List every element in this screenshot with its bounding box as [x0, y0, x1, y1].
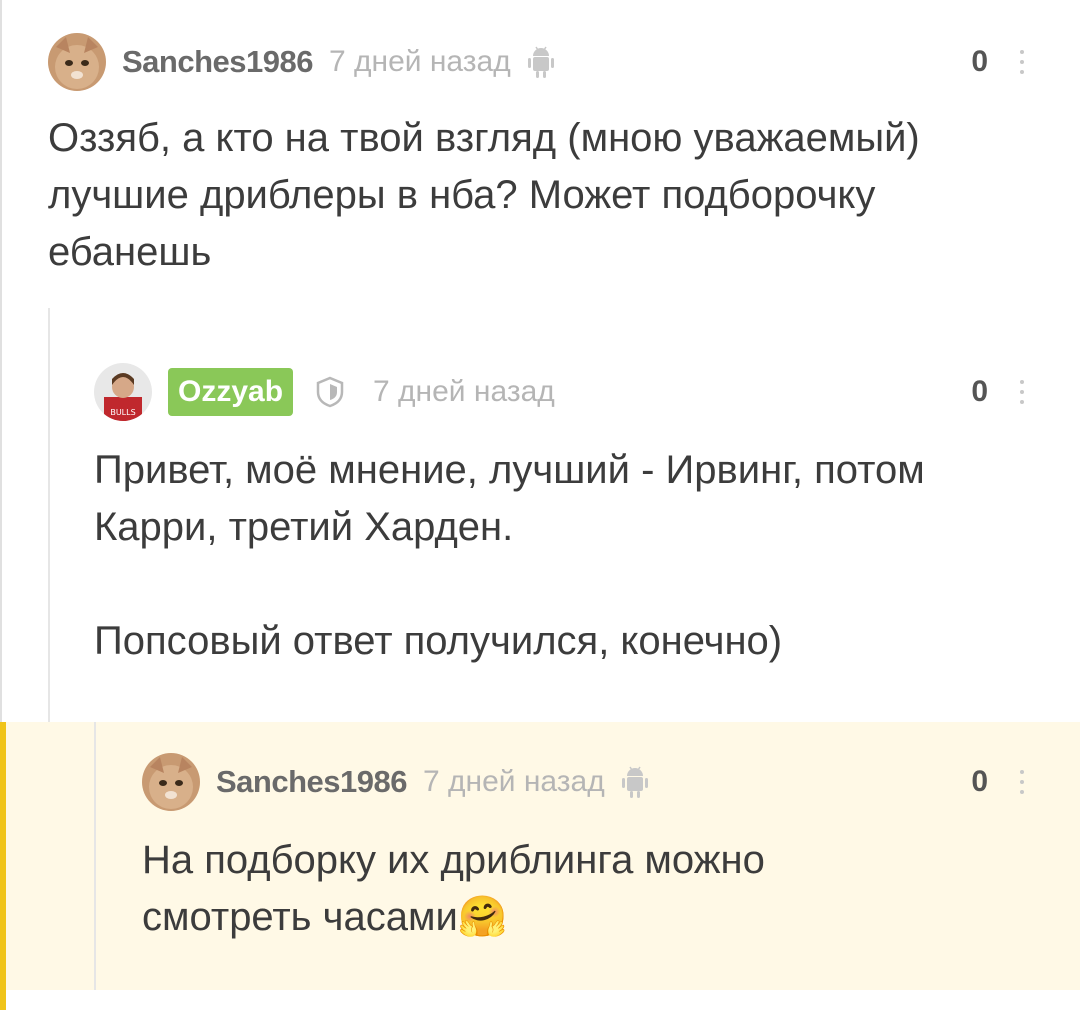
android-icon	[621, 766, 648, 798]
avatar-cat[interactable]	[142, 753, 200, 811]
username[interactable]: Sanches1986	[122, 44, 313, 80]
username[interactable]: Sanches1986	[216, 764, 407, 800]
comment-header: Sanches1986 7 дней назад 0	[142, 752, 1028, 812]
android-icon	[527, 46, 554, 78]
timestamp: 7 дней назад	[373, 375, 555, 408]
comment-text: Оззяб, а кто на твой взгляд (мною уважае…	[48, 116, 920, 274]
timestamp: 7 дней назад	[328, 45, 511, 78]
more-menu-icon[interactable]	[1016, 362, 1028, 422]
rating-value: 0	[971, 45, 988, 78]
hugging-face-emoji-icon: 🤗	[457, 895, 508, 939]
thread-line-level-2	[94, 722, 96, 990]
more-menu-icon[interactable]	[1016, 32, 1028, 92]
rating-value: 0	[971, 375, 988, 408]
thread-line-level-1	[48, 308, 50, 722]
comment-text: На подборку их дриблинга можно смотреть …	[142, 832, 1042, 946]
avatar-cat[interactable]	[48, 33, 106, 91]
timestamp: 7 дней назад	[422, 765, 605, 798]
comment-text: Привет, моё мнение, лучший - Ирвинг, пот…	[94, 448, 925, 663]
username-badge[interactable]: Ozzyab	[168, 368, 294, 416]
comment-text-body: На подборку их дриблинга можно смотреть …	[142, 838, 765, 939]
avatar-user[interactable]: BULLS	[94, 363, 152, 421]
svg-text:BULLS: BULLS	[110, 408, 135, 417]
rating-value: 0	[971, 765, 988, 798]
more-menu-icon[interactable]	[1016, 752, 1028, 812]
comment-header: Sanches1986 7 дней назад 0	[48, 32, 1028, 92]
comment-header: BULLS Ozzyab 7 дней назад 0	[94, 362, 1028, 422]
shield-icon	[316, 376, 344, 408]
